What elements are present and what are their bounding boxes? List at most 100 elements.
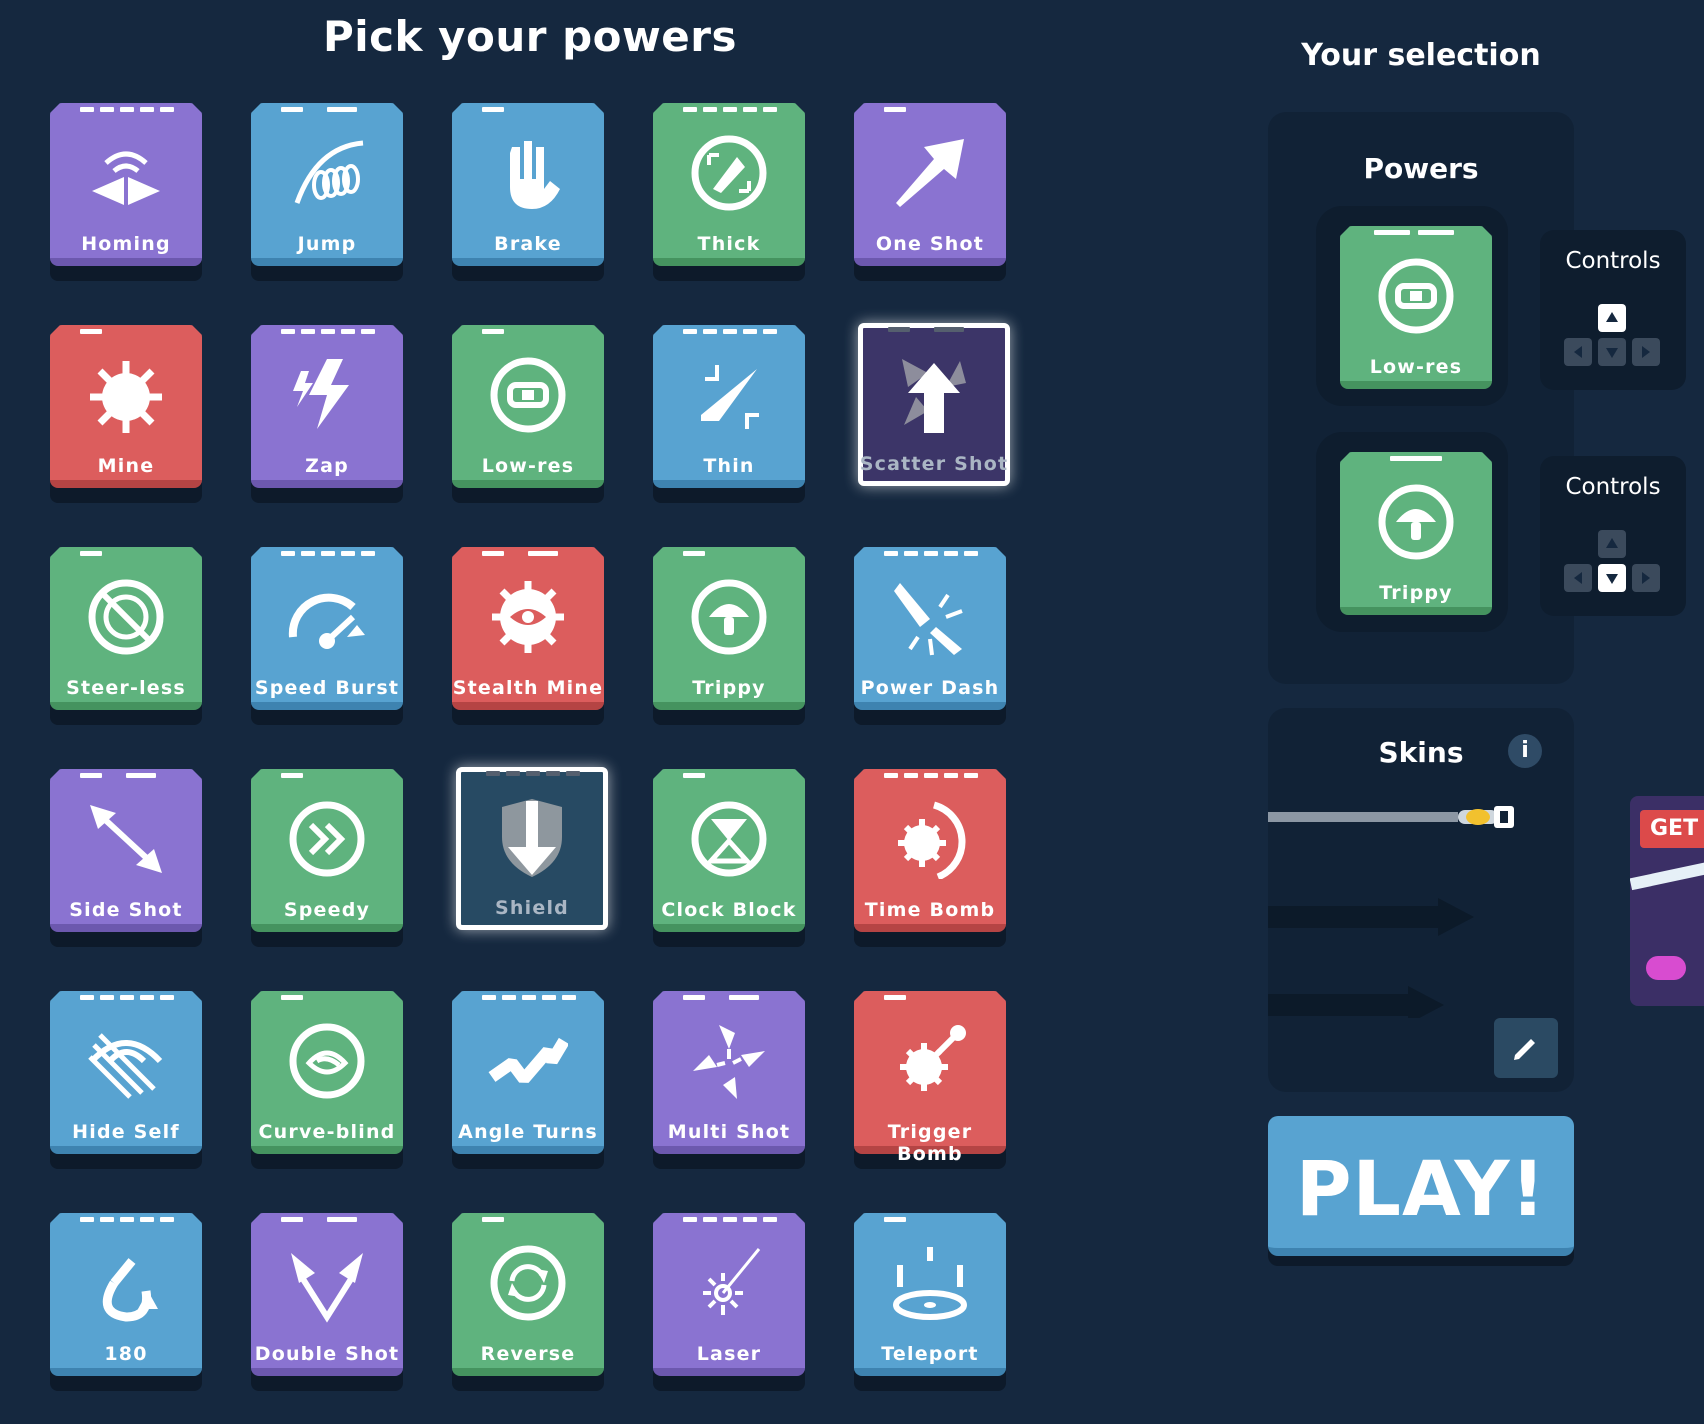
- info-icon[interactable]: i: [1508, 734, 1542, 768]
- power-card-one-shot[interactable]: One Shot: [854, 103, 1006, 288]
- curve-blind-icon: [287, 1021, 367, 1101]
- power-label: Speed Burst: [254, 677, 400, 699]
- key-down-active[interactable]: [1598, 564, 1626, 592]
- skin-trail-preview: [1268, 806, 1514, 1018]
- power-card-curve-blind[interactable]: Curve-blind: [251, 991, 403, 1176]
- power-label: Teleport: [881, 1343, 979, 1365]
- power-card-brake[interactable]: Brake: [452, 103, 604, 288]
- power-card-time-bomb[interactable]: Time Bomb: [854, 769, 1006, 954]
- power-label: Mine: [97, 455, 155, 477]
- u-turn-icon: [86, 1243, 166, 1323]
- mine-icon: [86, 355, 166, 435]
- power-label: Speedy: [283, 899, 371, 921]
- steer-less-icon: [86, 577, 166, 657]
- power-card-teleport[interactable]: Teleport: [854, 1213, 1006, 1398]
- power-card-clock-block[interactable]: Clock Block: [653, 769, 805, 954]
- power-card-thick[interactable]: Thick: [653, 103, 805, 288]
- power-label: Low-res: [481, 455, 575, 477]
- power-card-double-shot[interactable]: Double Shot: [251, 1213, 403, 1398]
- power-card-low-res[interactable]: Low-res: [452, 325, 604, 510]
- selected-power-slot-2[interactable]: Trippy: [1316, 432, 1508, 632]
- trigger-bomb-icon: [890, 1021, 970, 1101]
- mushroom-icon: [689, 577, 769, 657]
- power-card-speedy[interactable]: Speedy: [251, 769, 403, 954]
- laser-icon: [689, 1243, 769, 1323]
- power-card-angle-turns[interactable]: Angle Turns: [452, 991, 604, 1176]
- controls-box-1[interactable]: Controls: [1540, 230, 1686, 390]
- key-up-active[interactable]: [1598, 304, 1626, 332]
- power-card-hide-self[interactable]: Hide Self: [50, 991, 202, 1176]
- speedometer-icon: [287, 577, 367, 657]
- promo-card[interactable]: GET: [1630, 796, 1704, 1006]
- power-label: Clock Block: [661, 899, 797, 921]
- power-card-laser[interactable]: Laser: [653, 1213, 805, 1398]
- power-card-thin[interactable]: Thin: [653, 325, 805, 510]
- hourglass-icon: [689, 799, 769, 879]
- controls-title: Controls: [1565, 474, 1661, 500]
- one-shot-arrow-icon: [890, 133, 970, 213]
- edit-skin-button[interactable]: [1494, 1018, 1558, 1078]
- power-card-reverse[interactable]: Reverse: [452, 1213, 604, 1398]
- low-res-icon: [488, 355, 568, 435]
- key-up[interactable]: [1598, 530, 1626, 558]
- power-card-homing[interactable]: Homing: [50, 103, 202, 288]
- power-label: Power Dash: [860, 677, 1000, 699]
- power-label: Homing: [81, 233, 171, 255]
- power-label: Double Shot: [254, 1343, 400, 1365]
- power-card-multi-shot[interactable]: Multi Shot: [653, 991, 805, 1176]
- power-label: Stealth Mine: [452, 677, 604, 699]
- power-card-jump[interactable]: Jump: [251, 103, 403, 288]
- key-down[interactable]: [1598, 338, 1626, 366]
- power-card-scatter-shot[interactable]: Scatter Shot: [858, 323, 1010, 508]
- power-card-mine[interactable]: Mine: [50, 325, 202, 510]
- eye-hidden-icon: [86, 1021, 166, 1101]
- key-right[interactable]: [1632, 338, 1660, 366]
- power-label: Multi Shot: [667, 1121, 791, 1143]
- teleport-icon: [890, 1243, 970, 1323]
- brake-hand-icon: [488, 133, 568, 213]
- power-label: Jump: [297, 233, 357, 255]
- power-label: Laser: [696, 1343, 762, 1365]
- power-label: One Shot: [875, 233, 985, 255]
- side-shot-icon: [86, 799, 166, 879]
- power-card-steer-less[interactable]: Steer-less: [50, 547, 202, 732]
- selected-power-card-trippy[interactable]: Trippy: [1340, 452, 1492, 637]
- play-label: PLAY!: [1295, 1144, 1547, 1233]
- selected-power-slot-1[interactable]: Low-res: [1316, 206, 1508, 406]
- key-right[interactable]: [1632, 564, 1660, 592]
- key-left[interactable]: [1564, 338, 1592, 366]
- promo-get-badge: GET: [1640, 810, 1704, 848]
- power-label: Side Shot: [69, 899, 183, 921]
- homing-icon: [86, 133, 166, 213]
- power-card-shield[interactable]: Shield: [456, 767, 608, 952]
- jump-icon: [287, 133, 367, 213]
- shield-icon: [492, 797, 572, 877]
- page-title: Pick your powers: [322, 12, 737, 61]
- selected-power-label: Low-res: [1369, 356, 1463, 378]
- key-left[interactable]: [1564, 564, 1592, 592]
- power-label: Thin: [703, 455, 755, 477]
- power-label: Hide Self: [72, 1121, 180, 1143]
- selected-power-card-low-res[interactable]: Low-res: [1340, 226, 1492, 411]
- power-label: Trigger Bomb: [887, 1121, 973, 1165]
- power-card-power-dash[interactable]: Power Dash: [854, 547, 1006, 732]
- play-button[interactable]: PLAY!: [1268, 1116, 1574, 1268]
- multi-shot-icon: [689, 1021, 769, 1101]
- power-card-trippy[interactable]: Trippy: [653, 547, 805, 732]
- stealth-mine-icon: [488, 577, 568, 657]
- selected-power-label: Trippy: [1379, 582, 1453, 604]
- power-label: Steer-less: [66, 677, 186, 699]
- controls-box-2[interactable]: Controls: [1540, 456, 1686, 616]
- power-card-stealth-mine[interactable]: Stealth Mine: [452, 547, 604, 732]
- reverse-icon: [488, 1243, 568, 1323]
- power-card-180[interactable]: 180: [50, 1213, 202, 1398]
- power-card-zap[interactable]: Zap: [251, 325, 403, 510]
- thick-icon: [689, 133, 769, 213]
- power-dash-icon: [890, 577, 970, 657]
- power-label: Trippy: [692, 677, 766, 699]
- power-card-trigger-bomb[interactable]: Trigger Bomb: [854, 991, 1006, 1176]
- power-label: Zap: [305, 455, 349, 477]
- power-card-side-shot[interactable]: Side Shot: [50, 769, 202, 954]
- power-card-speed-burst[interactable]: Speed Burst: [251, 547, 403, 732]
- powers-panel-title: Powers: [1363, 152, 1479, 185]
